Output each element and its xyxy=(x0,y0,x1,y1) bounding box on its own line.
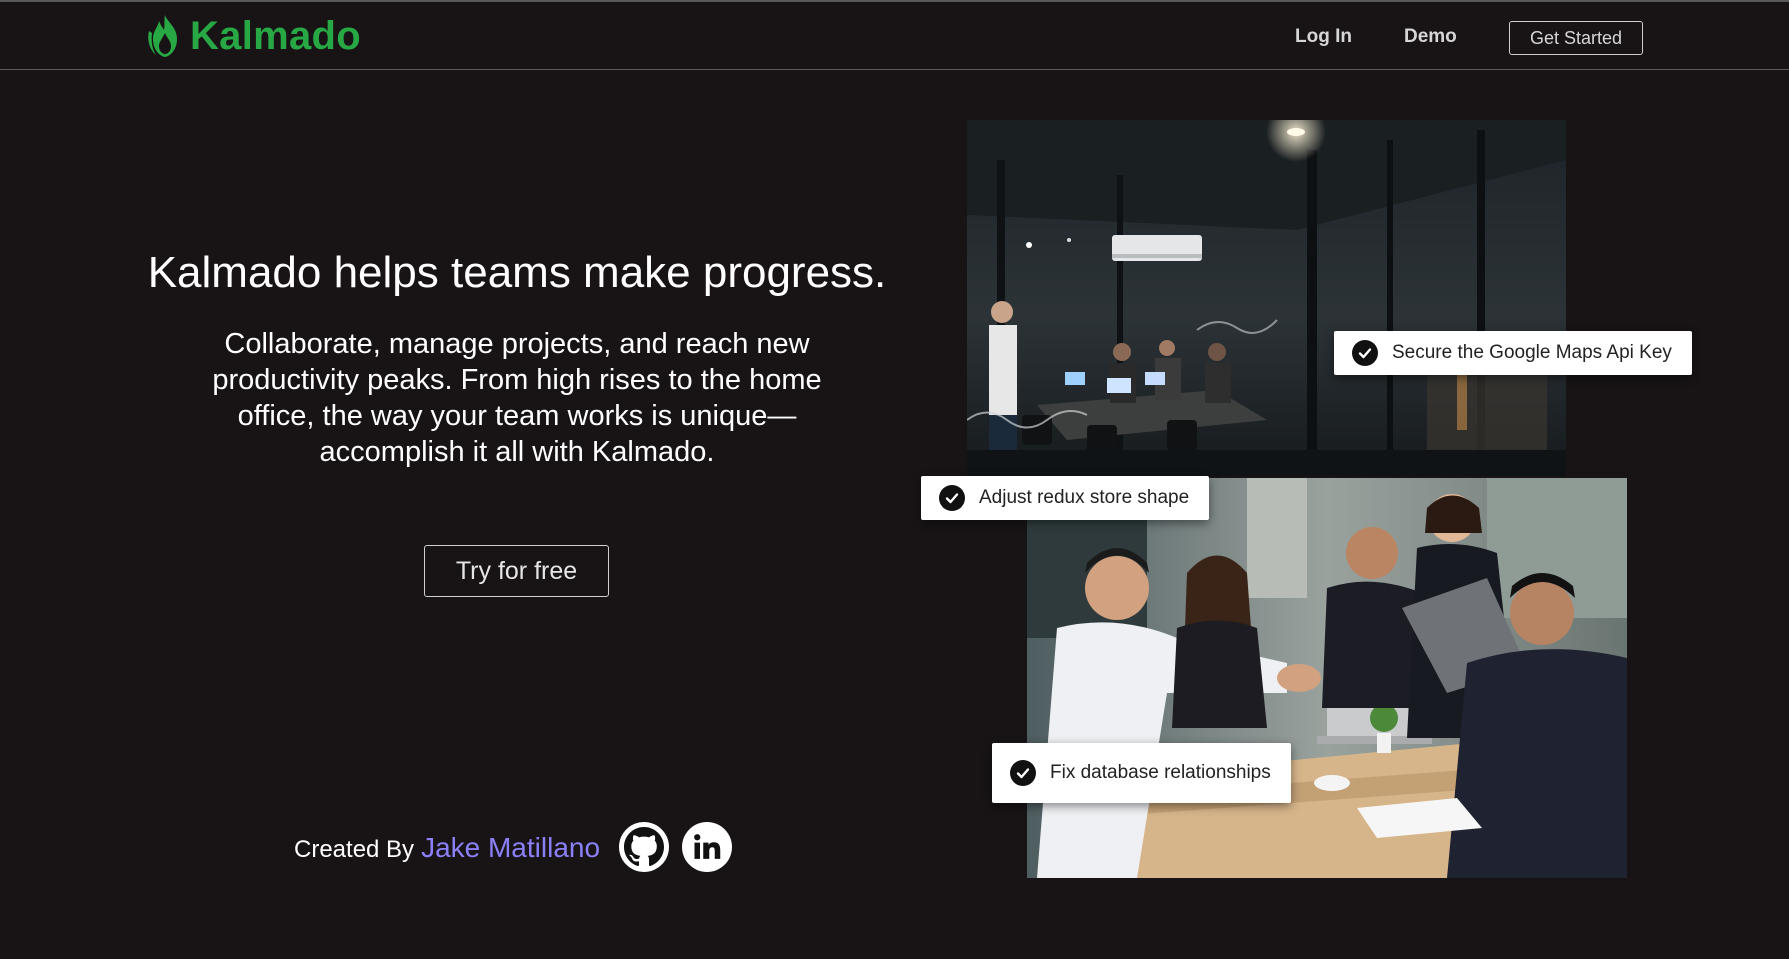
office-photo xyxy=(967,120,1566,476)
hero-subhead: Collaborate, manage projects, and reach … xyxy=(212,328,822,468)
hero-headline: Kalmado helps teams make progress. xyxy=(147,248,887,297)
task-card: Fix database relationships xyxy=(992,743,1291,803)
github-link[interactable] xyxy=(619,822,669,872)
meeting-photo xyxy=(1027,478,1627,878)
check-circle-icon xyxy=(1352,340,1378,366)
linkedin-icon xyxy=(694,834,721,859)
demo-link[interactable]: Demo xyxy=(1404,26,1457,48)
task-label: Fix database relationships xyxy=(1050,762,1271,783)
credit-line: Created By Jake Matillano xyxy=(294,832,600,864)
created-by-label: Created By xyxy=(294,836,415,863)
login-link[interactable]: Log In xyxy=(1295,26,1352,48)
task-card: Secure the Google Maps Api Key xyxy=(1334,331,1692,375)
check-circle-icon xyxy=(1010,760,1036,786)
task-label: Secure the Google Maps Api Key xyxy=(1392,342,1672,363)
try-for-free-button[interactable]: Try for free xyxy=(424,545,609,597)
top-navbar: Kalmado Log In Demo Get Started xyxy=(0,0,1789,70)
task-label: Adjust redux store shape xyxy=(979,487,1190,508)
flame-logo-icon xyxy=(148,15,177,57)
brand-logo[interactable]: Kalmado xyxy=(146,10,361,62)
check-circle-icon xyxy=(939,485,965,511)
linkedin-link[interactable] xyxy=(682,822,732,872)
github-icon xyxy=(624,827,664,867)
brand-name: Kalmado xyxy=(190,13,362,58)
task-card: Adjust redux store shape xyxy=(921,476,1210,520)
get-started-button[interactable]: Get Started xyxy=(1509,21,1643,55)
author-link[interactable]: Jake Matillano xyxy=(421,832,600,864)
